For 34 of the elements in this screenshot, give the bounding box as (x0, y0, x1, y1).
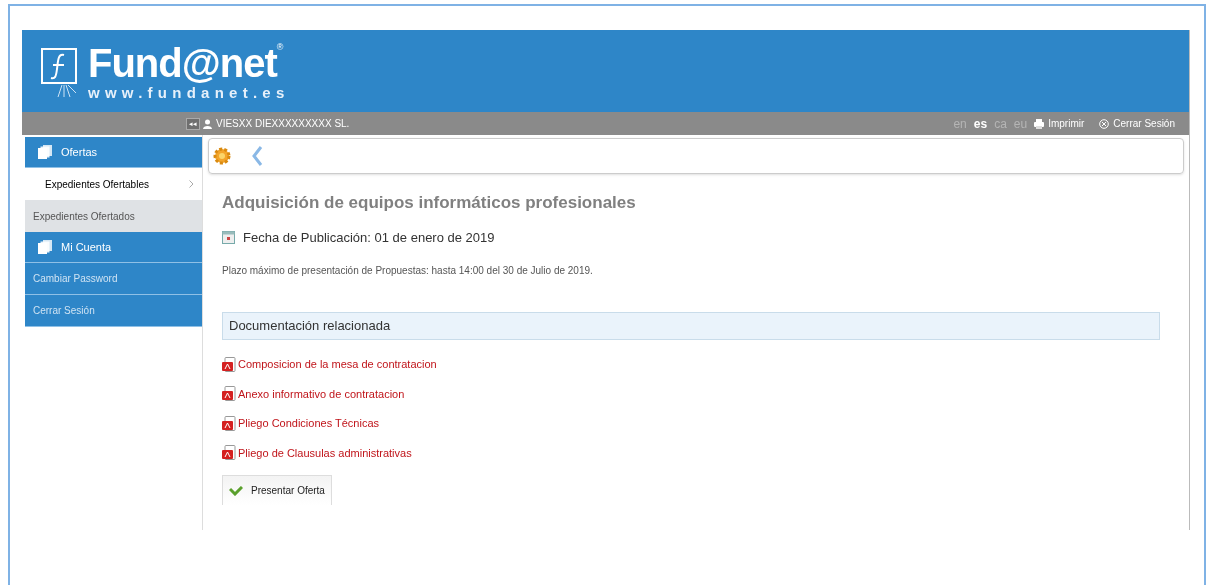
deadline-text: Plazo máximo de presentación de Propuestas: hasta 14:00 del 30 de Julio de 2019. (222, 264, 594, 278)
document-link[interactable]: Pliego de Clausulas administrativas (238, 444, 412, 461)
sidebar-item[interactable]: Cerrar Sesión (25, 295, 202, 327)
sidebar-item[interactable]: Cambiar Password (25, 263, 202, 295)
sidebar-section[interactable]: Ofertas (25, 137, 202, 168)
logout-link[interactable]: Cerrar Sesión (1099, 116, 1175, 131)
documents-icon (37, 239, 53, 255)
document-link[interactable]: Anexo informativo de contratacion (238, 385, 405, 402)
publication-date: Fecha de Publicación: 01 de enero de 2019 (243, 228, 495, 247)
documents-icon (37, 144, 53, 160)
sidebar-section[interactable]: Mi Cuenta (25, 232, 202, 263)
calendar-icon (222, 230, 235, 244)
logo-url: www.fundanet.es (88, 84, 290, 100)
logo-text: Fund@net (88, 42, 277, 83)
check-icon (229, 485, 243, 496)
gear-icon[interactable] (213, 147, 231, 165)
sidebar-item[interactable]: Expedientes Ofertados (25, 200, 202, 232)
user-icon (203, 118, 212, 129)
registered-mark: ® (276, 42, 284, 52)
user-name: VIESXX DIEXXXXXXXXX SL. (216, 117, 350, 131)
document-link[interactable]: Pliego Condiciones Técnicas (238, 415, 380, 432)
submit-offer-button[interactable]: Presentar Oferta (222, 475, 332, 505)
close-icon (1099, 118, 1110, 129)
page-title: Adquisición de equipos informáticos profesionales (222, 192, 637, 214)
pdf-icon (222, 356, 236, 372)
print-link[interactable]: Imprimir (1034, 116, 1085, 131)
pdf-icon (222, 386, 236, 402)
pdf-icon (222, 415, 236, 431)
document-link[interactable]: Composicion de la mesa de contratacion (238, 356, 437, 373)
pdf-icon (222, 445, 236, 461)
chevron-icon (189, 180, 194, 188)
language-link[interactable]: es (973, 114, 988, 133)
printer-icon (1034, 118, 1045, 129)
section-header: Documentación relacionada (222, 312, 1160, 340)
